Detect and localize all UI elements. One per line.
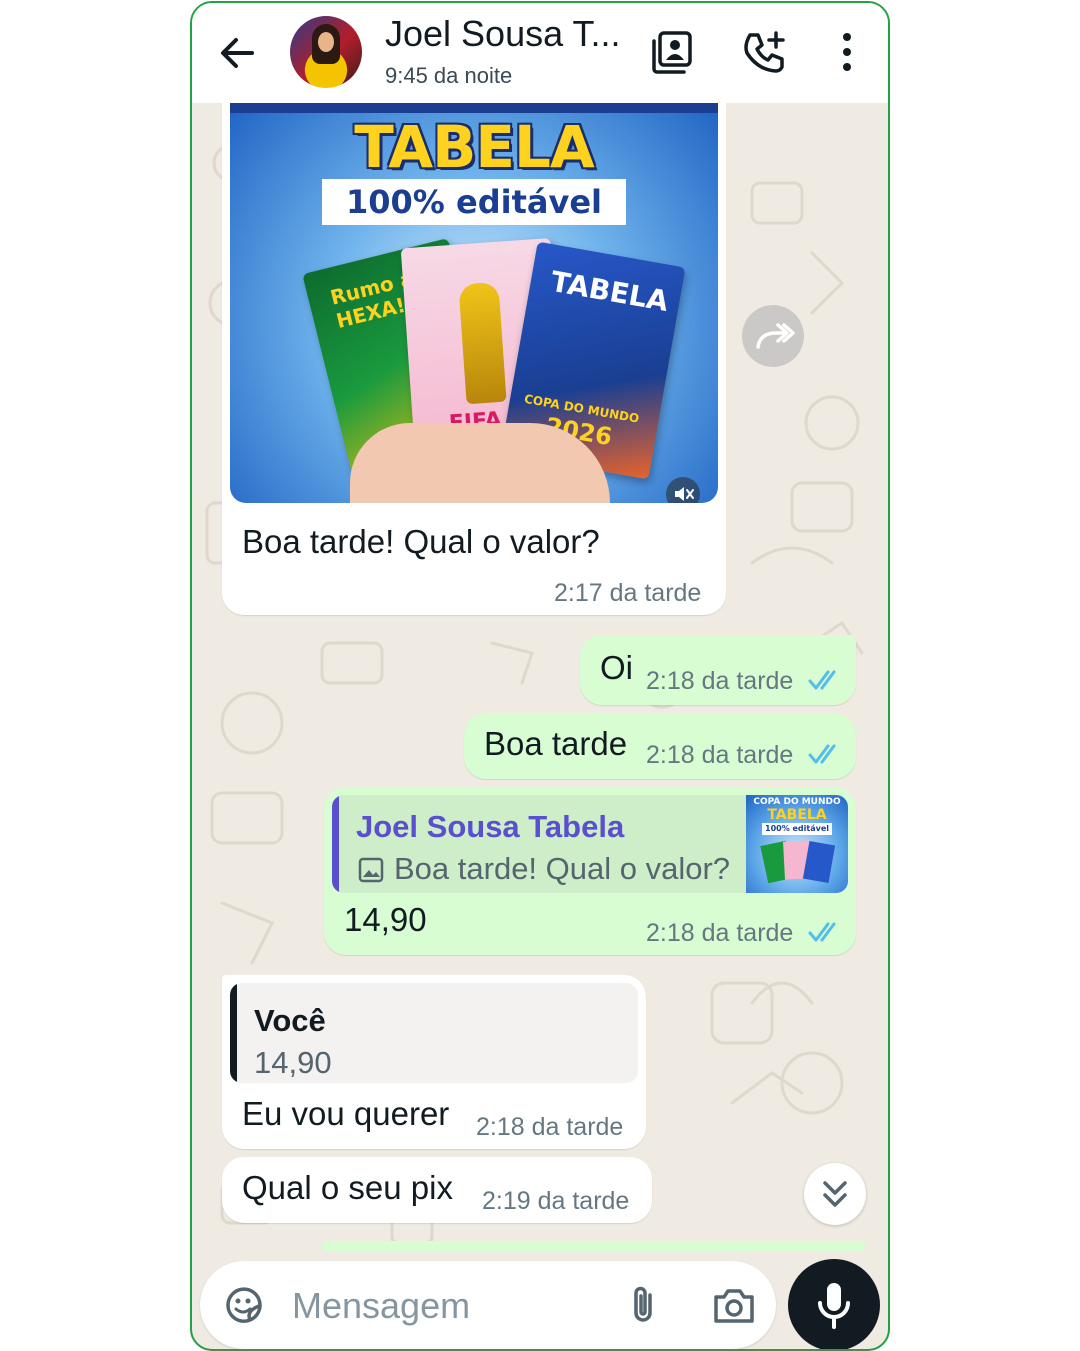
thumb-caption: 100% editável xyxy=(762,823,832,835)
image-attachment[interactable]: TABELA 100% editável Rumo ao HEXA! FIFA … xyxy=(230,103,718,503)
camera-icon xyxy=(714,1289,754,1323)
double-chevron-down-icon xyxy=(823,1181,847,1207)
forward-icon xyxy=(756,323,795,349)
message-bubble-incoming[interactable]: Você 14,90 Eu vou querer 2:18 da tarde xyxy=(222,975,646,1149)
message-bubble-outgoing[interactable]: Boa tarde 2:18 da tarde xyxy=(464,713,856,779)
thumb-card-blue xyxy=(802,841,836,883)
message-composer xyxy=(200,1261,776,1349)
attach-icon xyxy=(634,1286,652,1322)
sticker-icon xyxy=(226,1287,262,1323)
quote-author: Você xyxy=(254,1003,326,1038)
chat-screen: Joel Sousa T... 9:45 da noite TABELA 100… xyxy=(190,1,890,1351)
add-call-button[interactable] xyxy=(740,27,790,77)
avatar-face xyxy=(318,32,334,52)
thumb-subtitle: TABELA xyxy=(767,807,827,823)
contact-name[interactable]: Joel Sousa T... xyxy=(385,13,620,55)
thumb-title: COPA DO MUNDO xyxy=(753,797,841,807)
quote-accent-bar xyxy=(332,795,339,893)
sticker-button[interactable] xyxy=(222,1283,266,1327)
message-time: 2:18 da tarde xyxy=(646,667,794,695)
message-bubble-outgoing[interactable]: Oi 2:18 da tarde xyxy=(580,635,856,705)
message-bubble-incoming[interactable]: TABELA 100% editável Rumo ao HEXA! FIFA … xyxy=(222,103,726,615)
contact-avatar[interactable] xyxy=(290,16,362,88)
message-text: Eu vou querer xyxy=(242,1095,450,1132)
back-button[interactable] xyxy=(216,31,260,75)
message-time: 2:18 da tarde xyxy=(476,1113,624,1141)
message-time: 2:17 da tarde xyxy=(554,579,702,607)
contact-card-icon xyxy=(652,31,692,74)
quoted-message[interactable]: Você 14,90 xyxy=(230,983,638,1083)
quote-text: 14,90 xyxy=(254,1045,332,1080)
message-input[interactable] xyxy=(290,1279,594,1333)
message-time: 2:18 da tarde xyxy=(646,741,794,769)
read-receipt-icon xyxy=(808,922,836,942)
chat-header: Joel Sousa T... 9:45 da noite xyxy=(192,3,888,103)
add-call-icon xyxy=(744,31,785,73)
more-vert-icon xyxy=(843,33,851,71)
message-text: 14,90 xyxy=(344,901,427,938)
contact-last-seen: 9:45 da noite xyxy=(385,63,513,88)
message-bubble-incoming[interactable]: Qual o seu pix 2:19 da tarde xyxy=(222,1157,652,1223)
more-options-button[interactable] xyxy=(822,27,872,77)
image-hand xyxy=(350,423,610,503)
image-top-band xyxy=(230,103,718,113)
image-subtitle: 100% editável xyxy=(322,179,626,225)
message-text: Oi xyxy=(600,649,633,686)
mic-icon xyxy=(818,1283,850,1329)
partial-bubble-edge xyxy=(322,1241,866,1251)
quote-text: Boa tarde! Qual o valor? xyxy=(394,851,731,886)
message-bubble-outgoing[interactable]: Joel Sousa Tabela Boa tarde! Qual o valo… xyxy=(324,787,856,955)
photo-icon xyxy=(358,857,384,883)
forward-button[interactable] xyxy=(742,305,804,367)
message-time: 2:18 da tarde xyxy=(646,919,794,947)
message-time: 2:19 da tarde xyxy=(482,1187,630,1215)
image-title: TABELA xyxy=(354,113,595,181)
muted-icon xyxy=(675,487,694,501)
card-label-tabela: TABELA xyxy=(548,264,671,318)
read-receipt-icon xyxy=(808,744,836,764)
message-text: Boa tarde! Qual o valor? xyxy=(242,523,600,560)
read-receipt-icon xyxy=(808,670,836,690)
contact-card-button[interactable] xyxy=(648,27,698,77)
message-text: Boa tarde xyxy=(484,725,628,762)
camera-button[interactable] xyxy=(710,1283,758,1327)
muted-badge xyxy=(666,477,700,503)
voice-message-button[interactable] xyxy=(788,1259,880,1349)
scroll-to-bottom-button[interactable] xyxy=(804,1163,866,1225)
back-arrow-icon xyxy=(221,38,254,68)
quote-thumbnail: COPA DO MUNDO TABELA 100% editável xyxy=(746,795,848,893)
quote-accent-bar xyxy=(230,983,237,1083)
message-text: Qual o seu pix xyxy=(242,1169,453,1206)
trophy-icon xyxy=(458,281,507,405)
quote-author: Joel Sousa Tabela xyxy=(356,809,625,844)
quoted-message[interactable]: Joel Sousa Tabela Boa tarde! Qual o valo… xyxy=(332,795,848,893)
attach-button[interactable] xyxy=(622,1283,666,1327)
